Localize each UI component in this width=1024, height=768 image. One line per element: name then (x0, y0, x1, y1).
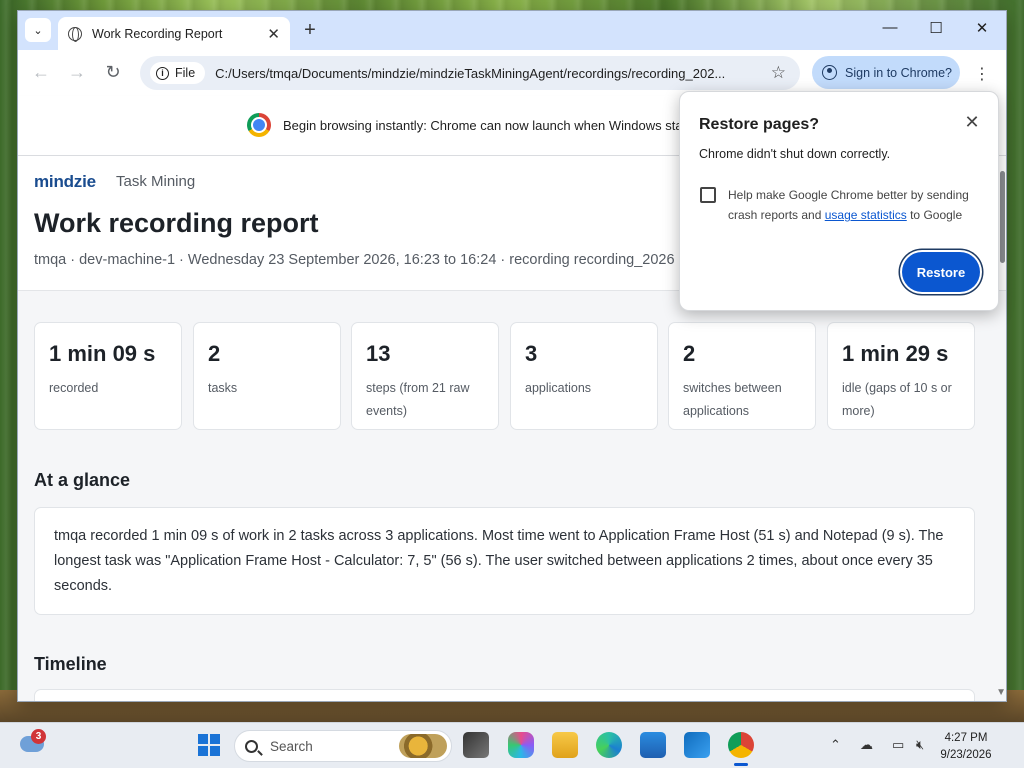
stat-value: 1 min 29 s (842, 341, 949, 366)
back-button[interactable]: ← (30, 62, 52, 83)
volume-muted-icon[interactable]: 🔇︎ (916, 737, 924, 753)
scroll-down-arrow-icon[interactable]: ▼ (996, 687, 1006, 698)
timeline-card (34, 689, 975, 701)
timeline-heading: Timeline (34, 654, 107, 674)
network-icon[interactable]: ▭ (892, 737, 904, 753)
site-info-chip[interactable]: i File (150, 62, 206, 84)
infobar-message: Begin browsing instantly: Chrome can now… (283, 118, 683, 133)
stat-value: 2 (683, 341, 696, 366)
at-a-glance-summary: tmqa recorded 1 min 09 s of work in 2 ta… (34, 507, 975, 615)
store-icon[interactable] (640, 732, 666, 758)
more-menu-icon[interactable]: ⋮ (970, 64, 994, 84)
task-view-icon[interactable] (463, 732, 489, 758)
search-placeholder: Search (270, 738, 313, 754)
taskbar: 3 Search ⌃ ☁ ▭ 🔇︎ 4:27 PM 9/23/2026 (0, 722, 1024, 768)
folder-icon[interactable] (552, 732, 578, 758)
dialog-title: Restore pages? (699, 116, 820, 133)
report-meta: tmqa · dev-machine-1 · Wednesday 23 Sept… (34, 252, 675, 268)
maximize-button[interactable]: ☐ (926, 19, 946, 37)
stat-card-applications: 3 applications (510, 322, 658, 430)
stat-label: steps (from 21 raw events) (366, 381, 470, 418)
forward-button[interactable]: → (66, 62, 88, 83)
page-scrollbar-thumb[interactable] (1000, 171, 1005, 263)
at-a-glance-heading: At a glance (34, 470, 131, 490)
start-icon[interactable] (198, 734, 220, 756)
url-text[interactable]: C:/Users/tmqa/Documents/mindzie/mindzieT… (215, 66, 771, 81)
stat-label: applications (525, 381, 592, 395)
address-bar[interactable]: i File C:/Users/tmqa/Documents/mindzie/m… (140, 56, 800, 90)
crash-report-checkbox[interactable] (700, 187, 716, 203)
restore-button[interactable]: Restore (902, 252, 980, 292)
reload-button[interactable]: ↻ (102, 62, 124, 83)
page-title: Work recording report (34, 208, 319, 238)
active-app-indicator (734, 763, 748, 766)
tab-strip: ⌄ Work Recording Report ✕ + — ☐ ✕ (18, 11, 1006, 50)
globe-icon (68, 26, 82, 42)
taskbar-search[interactable]: Search (234, 730, 452, 762)
outlook-icon[interactable] (684, 732, 710, 758)
stat-label: idle (gaps of 10 s or more) (842, 381, 952, 418)
notification-badge: 3 (31, 729, 46, 744)
checkbox-text-after: to Google (906, 208, 963, 223)
stat-label: recorded (49, 381, 99, 395)
tab-work-recording-report[interactable]: Work Recording Report ✕ (58, 17, 290, 50)
clock-date: 9/23/2026 (940, 748, 992, 761)
stat-card-idle: 1 min 29 s idle (gaps of 10 s or more) (827, 322, 975, 430)
stat-card-switches: 2 switches between applications (668, 322, 816, 430)
close-window-button[interactable]: ✕ (972, 19, 992, 37)
taskbar-clock[interactable]: 4:27 PM 9/23/2026 (936, 730, 996, 763)
tab-search-chevron-icon[interactable]: ⌄ (25, 18, 51, 42)
search-icon (245, 739, 258, 753)
tab-title: Work Recording Report (92, 26, 223, 41)
cloud-offline-icon[interactable]: ☁ (860, 737, 873, 753)
stat-card-recorded: 1 min 09 s recorded (34, 322, 182, 430)
stat-card-tasks: 2 tasks (193, 322, 341, 430)
clock-time: 4:27 PM (944, 732, 988, 744)
crash-report-checkbox-label: Help make Google Chrome better by sendin… (728, 185, 983, 226)
person-icon (822, 65, 837, 80)
stat-label: switches between applications (683, 381, 782, 418)
site-info-label: File (175, 66, 196, 80)
stat-card-steps: 13 steps (from 21 raw events) (351, 322, 499, 430)
stat-value: 3 (525, 341, 538, 366)
tray-overflow-chevron-icon[interactable]: ⌃ (830, 737, 841, 753)
sign-in-label: Sign in to Chrome? (845, 65, 953, 80)
minimize-button[interactable]: — (880, 19, 900, 36)
edge-icon[interactable] (596, 732, 622, 758)
dialog-close-icon[interactable]: ✕ (962, 112, 982, 133)
bookmark-star-icon[interactable]: ☆ (771, 63, 786, 83)
tab-close-icon[interactable]: ✕ (267, 25, 280, 43)
restore-pages-dialog: Restore pages? ✕ Chrome didn't shut down… (679, 91, 999, 311)
stat-value: 13 (366, 341, 391, 366)
stat-value: 2 (208, 341, 221, 366)
search-highlight-image (399, 734, 447, 758)
usage-statistics-link[interactable]: usage statistics (825, 208, 907, 222)
new-tab-button[interactable]: + (300, 19, 320, 42)
browser-toolbar: ← → ↻ i File C:/Users/tmqa/Documents/min… (18, 50, 1006, 96)
dialog-message: Chrome didn't shut down correctly. (699, 147, 891, 161)
brand-logo: mindzie (34, 172, 96, 191)
info-icon: i (156, 66, 169, 80)
m365-icon[interactable] (508, 732, 534, 758)
chrome-icon[interactable] (728, 732, 754, 758)
sign-in-button[interactable]: Sign in to Chrome? (812, 56, 960, 89)
brand-subtitle: Task Mining (116, 173, 196, 190)
stat-value: 1 min 09 s (49, 341, 156, 366)
stat-label: tasks (208, 381, 238, 395)
chrome-logo-icon (247, 113, 271, 137)
